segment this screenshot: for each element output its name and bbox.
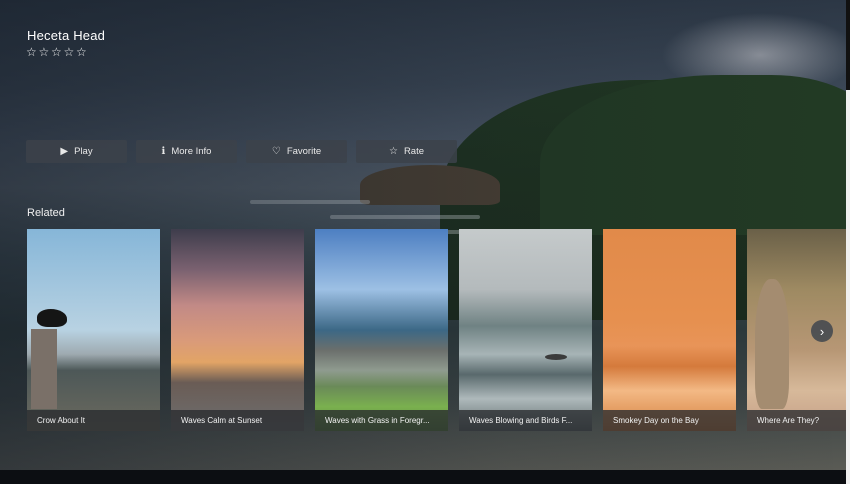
star-icon[interactable]: ☆ bbox=[76, 46, 88, 58]
rating-stars[interactable]: ☆ ☆ ☆ ☆ ☆ bbox=[26, 46, 88, 58]
app-window: Heceta Head ☆ ☆ ☆ ☆ ☆ ▶ Play ℹ More Info… bbox=[0, 0, 846, 470]
play-button[interactable]: ▶ Play bbox=[26, 140, 127, 163]
star-icon[interactable]: ☆ bbox=[39, 46, 51, 58]
related-card[interactable]: Crow About It bbox=[27, 229, 160, 431]
bottom-bar bbox=[0, 470, 846, 484]
scrollbar[interactable] bbox=[846, 90, 850, 484]
play-icon: ▶ bbox=[60, 145, 69, 157]
card-title: Crow About It bbox=[27, 410, 160, 431]
heart-icon: ♡ bbox=[271, 145, 281, 157]
related-heading: Related bbox=[27, 207, 65, 219]
card-title: Where Are They? bbox=[747, 410, 846, 431]
rate-button[interactable]: ☆ Rate bbox=[356, 140, 457, 163]
star-icon[interactable]: ☆ bbox=[26, 46, 38, 58]
card-title: Smokey Day on the Bay bbox=[603, 410, 736, 431]
info-icon: ℹ bbox=[161, 145, 166, 157]
crow-image-detail bbox=[37, 309, 67, 327]
action-bar: ▶ Play ℹ More Info ♡ Favorite ☆ Rate bbox=[26, 140, 457, 163]
star-icon[interactable]: ☆ bbox=[64, 46, 76, 58]
star-icon: ☆ bbox=[388, 145, 398, 157]
related-card[interactable]: Waves Calm at Sunset bbox=[171, 229, 304, 431]
card-title: Waves Blowing and Birds F... bbox=[459, 410, 592, 431]
card-title: Waves with Grass in Foregr... bbox=[315, 410, 448, 431]
page-title: Heceta Head bbox=[27, 28, 106, 43]
meerkat-image-detail bbox=[755, 279, 789, 409]
star-icon[interactable]: ☆ bbox=[51, 46, 63, 58]
play-button-label: Play bbox=[74, 146, 93, 157]
post-image-detail bbox=[31, 329, 57, 409]
more-info-button-label: More Info bbox=[171, 146, 212, 157]
favorite-button-label: Favorite bbox=[286, 146, 322, 157]
favorite-button[interactable]: ♡ Favorite bbox=[246, 140, 347, 163]
more-info-button[interactable]: ℹ More Info bbox=[136, 140, 237, 163]
chevron-right-icon[interactable]: › bbox=[811, 320, 833, 342]
bird-image-detail bbox=[545, 354, 567, 360]
related-card[interactable]: Waves with Grass in Foregr... bbox=[315, 229, 448, 431]
rate-button-label: Rate bbox=[403, 146, 425, 157]
related-card[interactable]: Waves Blowing and Birds F... bbox=[459, 229, 592, 431]
card-title: Waves Calm at Sunset bbox=[171, 410, 304, 431]
related-card[interactable]: Smokey Day on the Bay bbox=[603, 229, 736, 431]
